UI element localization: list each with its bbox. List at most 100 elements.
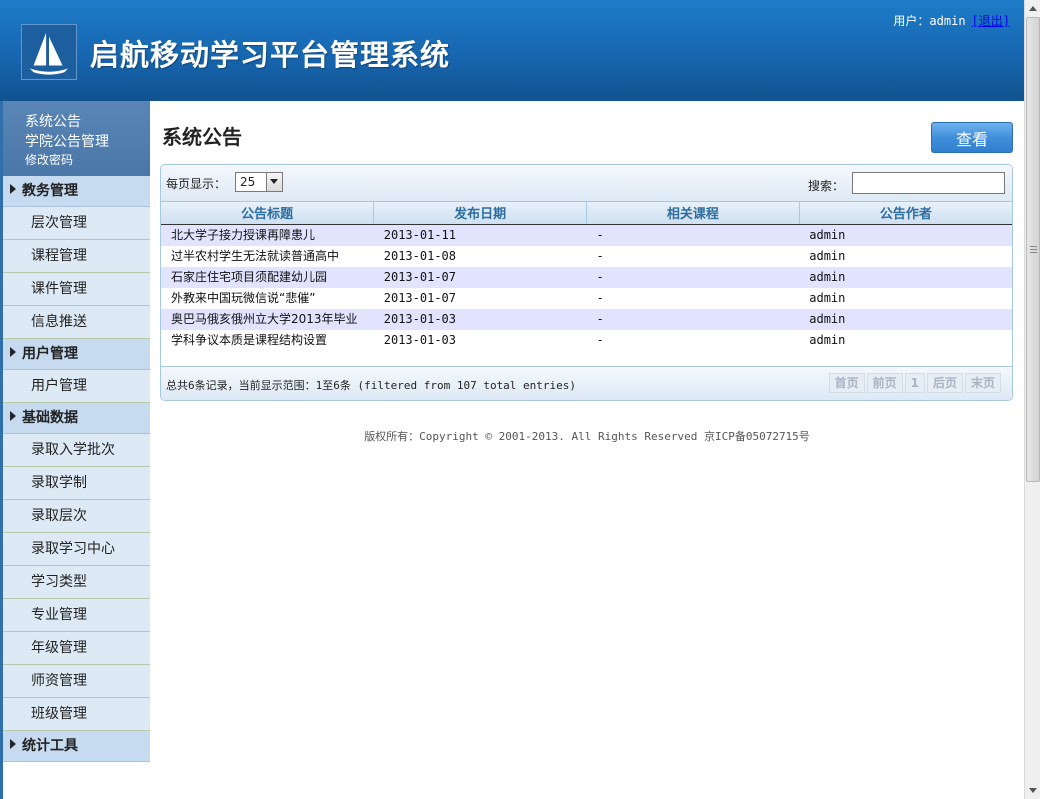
sidebar-top-links: 系统公告 学院公告管理 修改密码 <box>3 101 150 176</box>
cell-title: 北大学子接力授课再障患儿 <box>161 224 374 246</box>
sidebar-link-college-notice[interactable]: 学院公告管理 <box>25 132 150 152</box>
sidebar-group-label: 统计工具 <box>22 738 78 754</box>
cell-author: admin <box>799 266 1012 288</box>
cell-title: 学科争议本质是课程结构设置 <box>161 329 374 351</box>
dropdown-button[interactable] <box>266 173 282 191</box>
cell-title: 外教来中国玩微信说“悲催” <box>161 287 374 309</box>
table-row[interactable]: 外教来中国玩微信说“悲催” 2013-01-07 - admin <box>161 287 1012 309</box>
cell-author: admin <box>799 245 1012 267</box>
cell-date: 2013-01-08 <box>373 245 587 267</box>
cell-author: admin <box>799 308 1012 330</box>
table-row[interactable]: 奥巴马俄亥俄州立大学2013年毕业 2013-01-03 - admin <box>161 308 1012 330</box>
arrow-up-icon <box>1029 6 1037 11</box>
pager-next-button[interactable]: 后页 <box>926 373 963 393</box>
cell-title: 过半农村学生无法就读普通高中 <box>161 245 374 267</box>
cell-date: 2013-01-07 <box>373 266 587 288</box>
pager-page-1-button[interactable]: 1 <box>904 373 925 393</box>
pager-first-button[interactable]: 首页 <box>828 373 865 393</box>
scroll-down-button[interactable] <box>1025 782 1040 799</box>
sidebar-item-study-type[interactable]: 学习类型 <box>3 566 150 599</box>
cell-author: admin <box>799 224 1012 246</box>
copyright-text: 版权所有：Copyright © 2001-2013. All Rights R… <box>364 430 810 443</box>
per-page-select[interactable]: 25 <box>235 172 283 192</box>
sidebar-item-major[interactable]: 专业管理 <box>3 599 150 632</box>
grip-icon <box>1030 246 1037 253</box>
cell-title: 奥巴马俄亥俄州立大学2013年毕业 <box>161 308 374 330</box>
cell-date: 2013-01-11 <box>373 224 587 246</box>
sidebar-item-level[interactable]: 层次管理 <box>3 207 150 240</box>
cell-date: 2013-01-03 <box>373 308 587 330</box>
sidebar-item-course[interactable]: 课程管理 <box>3 240 150 273</box>
notice-table-panel: 每页显示： 25 搜索： 公告标题 发布日期 相关课程 公告作者 北大学子接力授… <box>160 164 1013 401</box>
cell-author: admin <box>799 287 1012 309</box>
header-banner: 启航移动学习平台管理系统 用户：admin [退出] <box>0 0 1024 101</box>
table-row[interactable]: 过半农村学生无法就读普通高中 2013-01-08 - admin <box>161 245 1012 267</box>
system-title: 启航移动学习平台管理系统 <box>90 38 451 72</box>
scroll-up-button[interactable] <box>1025 0 1040 17</box>
sidebar-item-admission-batch[interactable]: 录取入学批次 <box>3 434 150 467</box>
scroll-thumb[interactable] <box>1026 17 1040 482</box>
notice-table: 公告标题 发布日期 相关课程 公告作者 北大学子接力授课再障患儿 2013-01… <box>161 202 1012 351</box>
search-input[interactable] <box>852 172 1005 194</box>
sidebar-group-basic-data[interactable]: 基础数据 <box>3 403 150 434</box>
sidebar-group-users[interactable]: 用户管理 <box>3 339 150 370</box>
logout-link[interactable]: [退出] <box>972 14 1010 28</box>
view-button[interactable]: 查看 <box>931 122 1013 153</box>
sidebar-link-system-notice[interactable]: 系统公告 <box>25 112 150 132</box>
per-page-value: 25 <box>240 175 256 189</box>
cell-course: - <box>586 308 800 330</box>
table-row[interactable]: 北大学子接力授课再障患儿 2013-01-11 - admin <box>161 224 1012 246</box>
vertical-scrollbar[interactable] <box>1024 0 1040 799</box>
cell-course: - <box>586 287 800 309</box>
arrow-down-icon <box>1029 788 1037 793</box>
page-title: 系统公告 <box>162 125 242 149</box>
table-header-row: 公告标题 发布日期 相关课程 公告作者 <box>161 202 1012 225</box>
triangle-right-icon <box>10 347 16 357</box>
table-row[interactable]: 学科争议本质是课程结构设置 2013-01-03 - admin <box>161 329 1012 351</box>
sidebar-group-label: 用户管理 <box>22 346 78 362</box>
column-header-date[interactable]: 发布日期 <box>373 202 587 225</box>
triangle-right-icon <box>10 184 16 194</box>
triangle-right-icon <box>10 411 16 421</box>
cell-title: 石家庄住宅项目须配建幼儿园 <box>161 266 374 288</box>
pager-prev-button[interactable]: 前页 <box>866 373 903 393</box>
pagination: 首页 前页 1 后页 末页 <box>827 373 1001 393</box>
column-header-course[interactable]: 相关课程 <box>586 202 800 225</box>
sidebar-item-grade[interactable]: 年级管理 <box>3 632 150 665</box>
triangle-right-icon <box>10 739 16 749</box>
per-page-label: 每页显示： <box>166 177 227 191</box>
table-footer: 总共6条记录，当前显示范围：1至6条 (filtered from 107 to… <box>161 366 1012 400</box>
sidebar-group-label: 基础数据 <box>22 410 78 426</box>
main-content: 系统公告 查看 每页显示： 25 搜索： 公告标题 发布日期 相关课程 公告作者 <box>150 101 1024 799</box>
sidebar-group-statistics[interactable]: 统计工具 <box>3 731 150 762</box>
sidebar-item-courseware[interactable]: 课件管理 <box>3 273 150 306</box>
table-row[interactable]: 石家庄住宅项目须配建幼儿园 2013-01-07 - admin <box>161 266 1012 288</box>
column-header-title[interactable]: 公告标题 <box>161 202 375 225</box>
sidebar-item-admission-system[interactable]: 录取学制 <box>3 467 150 500</box>
cell-course: - <box>586 224 800 246</box>
sidebar-group-academic[interactable]: 教务管理 <box>3 176 150 207</box>
chevron-down-icon <box>270 179 278 184</box>
cell-course: - <box>586 329 800 351</box>
column-header-author[interactable]: 公告作者 <box>799 202 1012 225</box>
sidebar-item-faculty[interactable]: 师资管理 <box>3 665 150 698</box>
search-label: 搜索： <box>808 179 845 193</box>
cell-author: admin <box>799 329 1012 351</box>
cell-date: 2013-01-07 <box>373 287 587 309</box>
cell-course: - <box>586 245 800 267</box>
sidebar-item-admission-level[interactable]: 录取层次 <box>3 500 150 533</box>
sidebar-item-users[interactable]: 用户管理 <box>3 370 150 403</box>
cell-date: 2013-01-03 <box>373 329 587 351</box>
sidebar-link-change-password[interactable]: 修改密码 <box>25 152 150 168</box>
user-name-label: 用户：admin <box>893 14 966 28</box>
sidebar-item-study-center[interactable]: 录取学习中心 <box>3 533 150 566</box>
sidebar-item-push[interactable]: 信息推送 <box>3 306 150 339</box>
user-info: 用户：admin [退出] <box>893 12 1010 29</box>
record-info: 总共6条记录，当前显示范围：1至6条 (filtered from 107 to… <box>166 379 577 392</box>
table-toolbar: 每页显示： 25 搜索： <box>161 165 1012 202</box>
sidebar-group-label: 教务管理 <box>22 183 78 199</box>
cell-course: - <box>586 266 800 288</box>
sidebar-item-class[interactable]: 班级管理 <box>3 698 150 731</box>
pager-last-button[interactable]: 末页 <box>964 373 1001 393</box>
sailboat-logo-icon <box>21 24 77 80</box>
